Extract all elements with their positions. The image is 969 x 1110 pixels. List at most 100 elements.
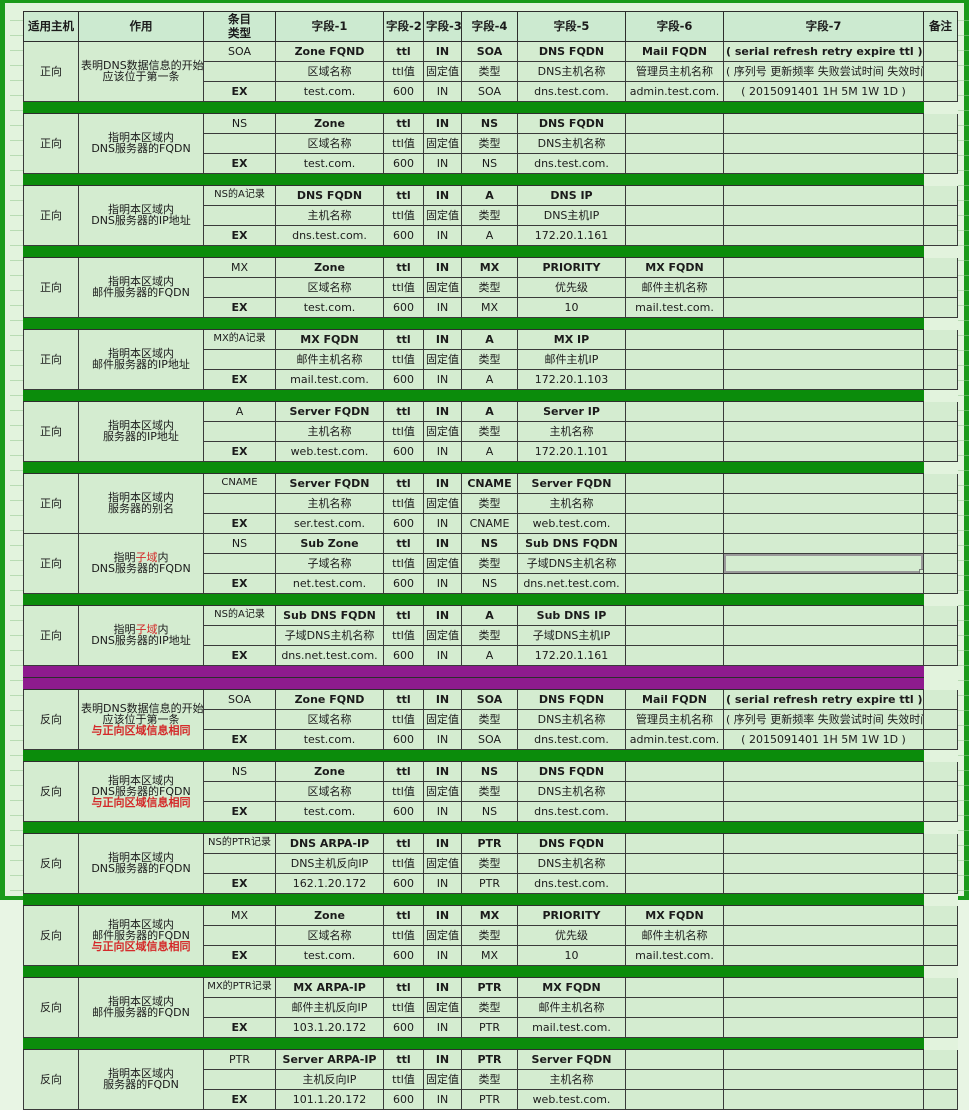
- field-4-example[interactable]: A: [461, 440, 518, 462]
- field-3-desc[interactable]: 固定值: [423, 60, 462, 82]
- field-8-example[interactable]: [923, 368, 958, 390]
- field-5-desc[interactable]: 邮件主机IP: [517, 348, 626, 370]
- field-8-name[interactable]: [923, 472, 958, 494]
- field-7-example[interactable]: [723, 1016, 924, 1038]
- field-3-desc[interactable]: 固定值: [423, 708, 462, 730]
- field-7-name[interactable]: [723, 976, 924, 998]
- host-cell[interactable]: 反向: [23, 832, 79, 894]
- field-4-desc[interactable]: 类型: [461, 492, 518, 514]
- field-6-example[interactable]: [625, 368, 724, 390]
- entry-type-desc-cell[interactable]: [203, 924, 276, 946]
- role-cell[interactable]: 指明本区域内 服务器的FQDN: [78, 1048, 204, 1110]
- field-8-example[interactable]: [923, 572, 958, 594]
- field-5-example[interactable]: dns.test.com.: [517, 152, 626, 174]
- field-7-name[interactable]: [723, 184, 924, 206]
- field-6-desc[interactable]: [625, 492, 724, 514]
- field-8-example[interactable]: [923, 644, 958, 666]
- field-2-example[interactable]: 600: [383, 872, 424, 894]
- field-1-name[interactable]: Server FQDN: [275, 472, 384, 494]
- field-8-name[interactable]: [923, 328, 958, 350]
- field-5-desc[interactable]: DNS主机名称: [517, 852, 626, 874]
- field-7-desc[interactable]: [723, 1068, 924, 1090]
- entry-type-desc-cell[interactable]: [203, 780, 276, 802]
- field-5-name[interactable]: Sub DNS IP: [517, 604, 626, 626]
- field-2-example[interactable]: 600: [383, 152, 424, 174]
- role-cell[interactable]: 指明本区域内 DNS服务器的FQDN: [78, 112, 204, 174]
- host-cell[interactable]: 正向: [23, 604, 79, 666]
- entry-type-desc-cell[interactable]: [203, 708, 276, 730]
- field-5-example[interactable]: 10: [517, 944, 626, 966]
- field-3-name[interactable]: IN: [423, 328, 462, 350]
- field-2-name[interactable]: ttl: [383, 604, 424, 626]
- field-6-example[interactable]: [625, 800, 724, 822]
- field-5-name[interactable]: DNS FQDN: [517, 688, 626, 710]
- field-5-desc[interactable]: DNS主机名称: [517, 708, 626, 730]
- role-cell[interactable]: 指明本区域内 邮件服务器的FQDN: [78, 256, 204, 318]
- field-5-name[interactable]: DNS FQDN: [517, 832, 626, 854]
- role-cell[interactable]: 指明本区域内 DNS服务器的FQDN: [78, 832, 204, 894]
- block-head-row[interactable]: 反向 指明本区域内 服务器的FQDN PTR Server ARPA-IP ttl IN PT…: [23, 1048, 958, 1110]
- field-1-desc[interactable]: DNS主机反向IP: [275, 852, 384, 874]
- field-4-name[interactable]: PTR: [461, 1048, 518, 1070]
- field-3-name[interactable]: IN: [423, 256, 462, 278]
- entry-type-cell[interactable]: NS的A记录: [203, 604, 276, 626]
- field-2-example[interactable]: 600: [383, 440, 424, 462]
- field-1-desc[interactable]: 子域名称: [275, 552, 384, 574]
- field-5-desc[interactable]: 子域DNS主机名称: [517, 552, 626, 574]
- field-3-example[interactable]: IN: [423, 644, 462, 666]
- host-cell[interactable]: 正向: [23, 112, 79, 174]
- field-1-name[interactable]: MX ARPA-IP: [275, 976, 384, 998]
- field-2-name[interactable]: ttl: [383, 976, 424, 998]
- field-8-desc[interactable]: [923, 348, 958, 370]
- field-2-name[interactable]: ttl: [383, 1048, 424, 1070]
- field-7-desc[interactable]: [723, 132, 924, 154]
- field-3-desc[interactable]: 固定值: [423, 924, 462, 946]
- field-8-name[interactable]: [923, 112, 958, 134]
- field-5-example[interactable]: web.test.com.: [517, 1088, 626, 1110]
- field-7-name[interactable]: [723, 1048, 924, 1070]
- field-6-name[interactable]: [625, 532, 724, 554]
- field-4-name[interactable]: A: [461, 328, 518, 350]
- entry-type-cell[interactable]: NS: [203, 532, 276, 554]
- field-8-desc[interactable]: [923, 204, 958, 226]
- field-5-example[interactable]: dns.test.com.: [517, 800, 626, 822]
- field-2-desc[interactable]: ttl值: [383, 996, 424, 1018]
- example-label-cell[interactable]: EX: [203, 1016, 276, 1038]
- field-6-example[interactable]: [625, 1016, 724, 1038]
- field-6-example[interactable]: [625, 644, 724, 666]
- block-head-row[interactable]: 正向 指明本区域内 服务器的IP地址 A Server FQDN ttl IN A Server…: [23, 400, 958, 462]
- field-8-desc[interactable]: [923, 552, 958, 574]
- field-8-example[interactable]: [923, 1016, 958, 1038]
- field-2-name[interactable]: ttl: [383, 760, 424, 782]
- block-head-row[interactable]: 正向 指明本区域内 DNS服务器的FQDN NS Zone ttl IN NS DNS FQDN: [23, 112, 958, 174]
- field-4-desc[interactable]: 类型: [461, 276, 518, 298]
- field-4-desc[interactable]: 类型: [461, 204, 518, 226]
- column-header-6[interactable]: 字段-3: [423, 11, 462, 42]
- field-4-desc[interactable]: 类型: [461, 132, 518, 154]
- field-5-example[interactable]: dns.test.com.: [517, 728, 626, 750]
- field-2-name[interactable]: ttl: [383, 184, 424, 206]
- field-2-example[interactable]: 600: [383, 368, 424, 390]
- field-3-desc[interactable]: 固定值: [423, 276, 462, 298]
- field-6-desc[interactable]: [625, 780, 724, 802]
- field-1-name[interactable]: DNS FQDN: [275, 184, 384, 206]
- example-label-cell[interactable]: EX: [203, 368, 276, 390]
- field-5-desc[interactable]: DNS主机名称: [517, 780, 626, 802]
- entry-type-cell[interactable]: SOA: [203, 40, 276, 62]
- entry-type-desc-cell[interactable]: [203, 132, 276, 154]
- field-5-example[interactable]: 172.20.1.103: [517, 368, 626, 390]
- column-header-8[interactable]: 字段-5: [517, 11, 626, 42]
- field-3-desc[interactable]: 固定值: [423, 780, 462, 802]
- field-3-name[interactable]: IN: [423, 976, 462, 998]
- block-head-row[interactable]: 正向 表明DNS数据信息的开始 应该位于第一条 SOA Zone FQND ttl IN SO…: [23, 40, 958, 102]
- field-3-desc[interactable]: 固定值: [423, 420, 462, 442]
- entry-type-cell[interactable]: NS: [203, 760, 276, 782]
- field-1-desc[interactable]: 区域名称: [275, 60, 384, 82]
- field-4-example[interactable]: MX: [461, 296, 518, 318]
- field-5-desc[interactable]: 主机名称: [517, 492, 626, 514]
- field-3-example[interactable]: IN: [423, 1016, 462, 1038]
- field-3-name[interactable]: IN: [423, 688, 462, 710]
- role-cell[interactable]: 指明本区域内 DNS服务器的IP地址: [78, 184, 204, 246]
- field-7-name[interactable]: [723, 760, 924, 782]
- entry-type-desc-cell[interactable]: [203, 552, 276, 574]
